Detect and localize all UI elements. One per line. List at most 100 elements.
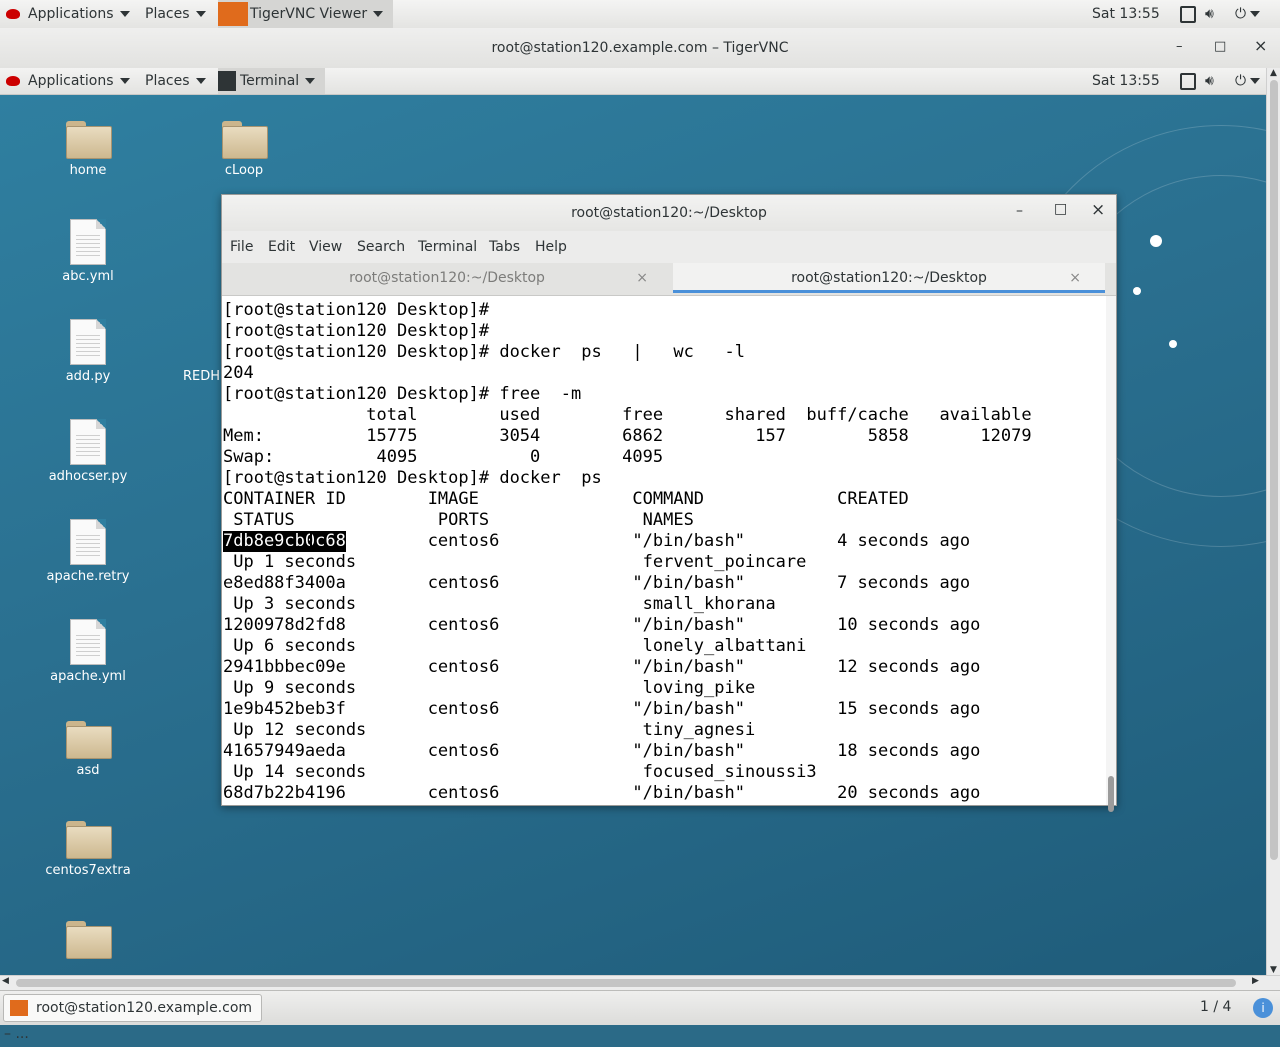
desktop-icon-abc-yml[interactable]: abc.yml bbox=[33, 219, 143, 284]
desktop-icon-asd[interactable]: asd bbox=[33, 721, 143, 778]
terminal-line: CONTAINER ID IMAGE COMMAND CREATED bbox=[223, 489, 909, 509]
terminal-window: root@station120:~/Desktop – □ × File Edi… bbox=[221, 194, 1117, 812]
desktop-icon-centos7extra[interactable]: centos7extra bbox=[33, 821, 143, 878]
wallpaper-dot bbox=[1133, 287, 1141, 295]
outer-places-menu[interactable]: Places bbox=[145, 0, 206, 28]
scroll-left-icon[interactable]: ◀ bbox=[2, 976, 9, 986]
desktop-icon-label: cLoop bbox=[224, 163, 264, 178]
desktop-icon-label: abc.yml bbox=[62, 269, 114, 284]
remote-volume-icon[interactable]: 🔊︎ bbox=[1205, 68, 1214, 94]
desktop-icon-home[interactable]: home bbox=[33, 121, 143, 178]
terminal-scrollbar[interactable] bbox=[1106, 296, 1116, 812]
menu-terminal[interactable]: Terminal bbox=[418, 239, 477, 255]
desktop-icon-adhocser-py[interactable]: adhocser.py bbox=[33, 419, 143, 484]
chevron-down-icon bbox=[305, 78, 316, 84]
notification-icon[interactable]: i bbox=[1253, 998, 1273, 1018]
terminal-line: e8ed88f3400a centos6 "/bin/bash" 7 secon… bbox=[223, 573, 971, 593]
remote-places-menu[interactable]: Places bbox=[145, 68, 206, 94]
scrollbar-thumb[interactable] bbox=[1270, 80, 1278, 860]
close-tab-icon[interactable]: × bbox=[1069, 263, 1081, 293]
desktop-icon-apache-yml[interactable]: apache.yml bbox=[33, 619, 143, 684]
remote-power-icon[interactable]: ⏻ bbox=[1235, 68, 1261, 94]
desktop-icon-folder[interactable] bbox=[33, 921, 143, 963]
terminal-line: Swap: 4095 0 4095 bbox=[223, 447, 664, 467]
desktop-icon-apache-retry[interactable]: apache.retry bbox=[33, 519, 143, 584]
terminal-minimize-button[interactable]: – bbox=[1016, 203, 1023, 219]
menu-help[interactable]: Help bbox=[535, 239, 567, 255]
vnc-maximize-button[interactable]: □ bbox=[1214, 39, 1226, 54]
vnc-vertical-scrollbar[interactable]: ▲ ▼ bbox=[1266, 68, 1280, 975]
tab-label: root@station120:~/Desktop bbox=[791, 270, 987, 286]
file-icon bbox=[70, 419, 106, 465]
outer-power-icon[interactable]: ⏻ bbox=[1235, 0, 1261, 28]
outer-volume-icon[interactable]: 🔊︎ bbox=[1205, 0, 1214, 28]
vnc-minimize-button[interactable]: – bbox=[1176, 39, 1183, 54]
tab-active[interactable]: root@station120:~/Desktop × bbox=[673, 263, 1105, 293]
file-icon bbox=[70, 519, 106, 565]
menu-edit[interactable]: Edit bbox=[268, 239, 295, 255]
outer-screen-icon[interactable] bbox=[1180, 0, 1196, 28]
taskbar-window-button[interactable]: root@station120.example.com – ... bbox=[3, 994, 262, 1042]
wallpaper-dot bbox=[1169, 340, 1177, 348]
menu-tabs[interactable]: Tabs bbox=[489, 239, 520, 255]
file-icon bbox=[70, 219, 106, 265]
vnc-horizontal-scrollbar[interactable]: ◀ ▶ bbox=[0, 975, 1280, 990]
taskbar-window-label: root@station120.example.com – ... bbox=[4, 1000, 253, 1042]
menu-view[interactable]: View bbox=[309, 239, 342, 255]
close-tab-icon[interactable]: × bbox=[636, 263, 648, 293]
outer-applications-menu[interactable]: Applications bbox=[6, 0, 130, 28]
tigervnc-icon bbox=[218, 2, 248, 26]
terminal-line: 41657949aeda centos6 "/bin/bash" 18 seco… bbox=[223, 741, 981, 761]
menu-file[interactable]: File bbox=[230, 239, 253, 255]
terminal-line: [root@station120 Desktop]# docker ps bbox=[223, 468, 602, 488]
vnc-close-button[interactable]: × bbox=[1254, 36, 1267, 55]
scrollbar-thumb[interactable] bbox=[16, 979, 1236, 987]
bottom-taskbar: root@station120.example.com – ... 1 / 4 … bbox=[0, 990, 1280, 1042]
folder-icon bbox=[222, 121, 268, 159]
scrollbar-thumb[interactable] bbox=[1108, 776, 1114, 812]
folder-icon bbox=[66, 921, 112, 959]
workspace-indicator[interactable]: 1 / 4 bbox=[1200, 999, 1231, 1015]
desktop-icon-label: apache.retry bbox=[46, 569, 130, 584]
terminal-line: 2941bbbec09e centos6 "/bin/bash" 12 seco… bbox=[223, 657, 981, 677]
desktop-icon-add-py[interactable]: add.py bbox=[33, 319, 143, 384]
selected-container-id[interactable]: 7db8e9cb0c68 bbox=[223, 531, 346, 552]
remote-screen-icon[interactable] bbox=[1180, 68, 1196, 94]
remote-clock[interactable]: Sat 13:55 bbox=[1092, 68, 1160, 94]
terminal-output[interactable]: [root@station120 Desktop]# [root@station… bbox=[222, 296, 1106, 805]
desktop-icon-label: adhocser.py bbox=[48, 469, 128, 484]
terminal-line: STATUS PORTS NAMES bbox=[223, 510, 694, 530]
outer-app-menu[interactable]: TigerVNC Viewer bbox=[218, 0, 394, 28]
vnc-window-title: root@station120.example.com – TigerVNC bbox=[491, 40, 789, 56]
terminal-line: Mem: 15775 3054 6862 157 5858 12079 bbox=[223, 426, 1032, 446]
scroll-up-icon[interactable]: ▲ bbox=[1270, 68, 1277, 78]
app-name-label: Terminal bbox=[240, 73, 300, 89]
chevron-down-icon bbox=[373, 11, 384, 17]
menu-search[interactable]: Search bbox=[357, 239, 405, 255]
tab-inactive[interactable]: root@station120:~/Desktop × bbox=[222, 263, 672, 293]
remote-applications-menu[interactable]: Applications bbox=[6, 68, 130, 94]
scroll-right-icon[interactable]: ▶ bbox=[1252, 976, 1259, 986]
places-label: Places bbox=[145, 73, 190, 89]
outer-top-bar: Applications Places TigerVNC Viewer Sat … bbox=[0, 0, 1280, 29]
terminal-maximize-button[interactable]: □ bbox=[1054, 201, 1067, 217]
applications-label: Applications bbox=[28, 6, 114, 22]
outer-clock[interactable]: Sat 13:55 bbox=[1092, 0, 1160, 28]
desktop-icon-label: apache.yml bbox=[50, 669, 126, 684]
desktop-partial-label: REDH bbox=[183, 369, 221, 384]
chevron-down-icon bbox=[195, 78, 206, 84]
desktop-icon-cloop[interactable]: cLoop bbox=[189, 121, 299, 178]
file-icon bbox=[70, 319, 106, 365]
places-label: Places bbox=[145, 6, 190, 22]
desktop-icon-label: add.py bbox=[65, 369, 111, 384]
terminal-line: 1e9b452beb3f centos6 "/bin/bash" 15 seco… bbox=[223, 699, 981, 719]
terminal-line: [root@station120 Desktop]# bbox=[223, 321, 490, 341]
vnc-window-titlebar: root@station120.example.com – TigerVNC –… bbox=[0, 28, 1280, 69]
terminal-title: root@station120:~/Desktop bbox=[571, 205, 767, 221]
remote-top-bar: Applications Places Terminal Sat 13:55 🔊… bbox=[0, 68, 1266, 95]
remote-app-menu[interactable]: Terminal bbox=[218, 68, 326, 94]
scroll-down-icon[interactable]: ▼ bbox=[1270, 965, 1277, 975]
tab-label: root@station120:~/Desktop bbox=[349, 270, 545, 286]
terminal-icon bbox=[218, 71, 236, 91]
terminal-close-button[interactable]: × bbox=[1091, 200, 1105, 220]
